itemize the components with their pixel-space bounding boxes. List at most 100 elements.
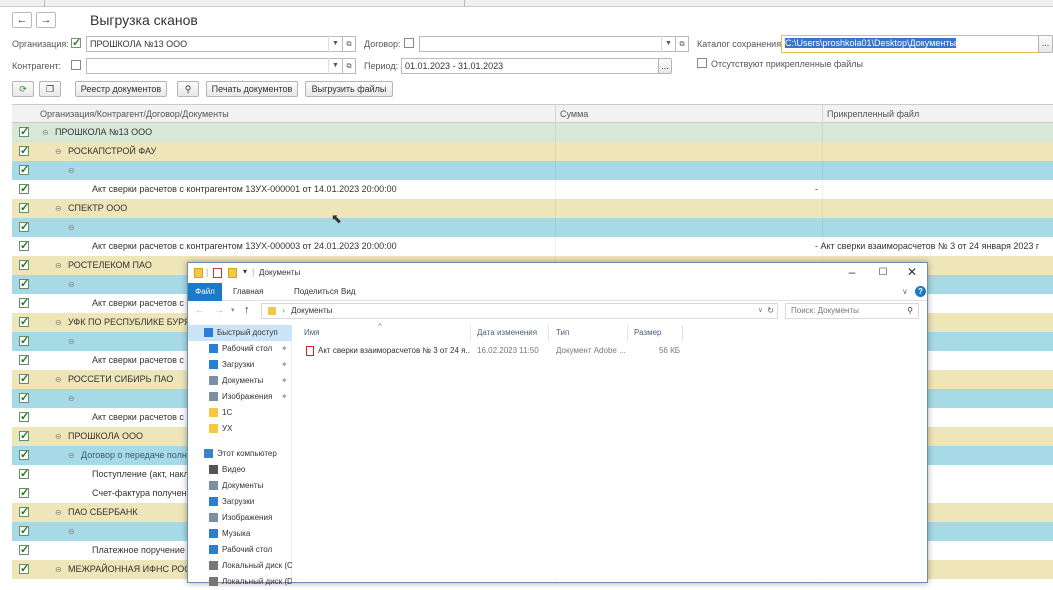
collapse-toggle-icon[interactable]: ⊖ <box>68 218 75 237</box>
collapse-toggle-icon[interactable]: ⊖ <box>55 142 62 161</box>
window-tab[interactable] <box>45 0 465 7</box>
address-dropdown-icon[interactable]: ∨ <box>758 304 763 318</box>
collapse-toggle-icon[interactable]: ⊖ <box>55 199 62 218</box>
nav-item[interactable]: Локальный диск (D <box>188 574 292 590</box>
back-button[interactable]: ← <box>12 12 32 28</box>
col-type[interactable]: Тип <box>556 328 569 337</box>
nav-item[interactable]: Документы <box>188 478 292 494</box>
close-button[interactable]: ✕ <box>898 265 926 281</box>
ribbon-tab-file[interactable]: Файл <box>188 283 222 301</box>
collapse-toggle-icon[interactable]: ⊖ <box>55 370 62 389</box>
row-checkbox[interactable] <box>19 161 29 180</box>
row-checkbox[interactable] <box>19 541 29 560</box>
table-row[interactable]: ⊖ ПРОШКОЛА №13 ООО <box>12 123 1053 142</box>
row-checkbox[interactable] <box>19 351 29 370</box>
row-checkbox[interactable] <box>19 560 29 579</box>
period-select-button[interactable]: ... <box>658 58 672 74</box>
copy-button[interactable]: ❐ <box>39 81 61 97</box>
address-bar[interactable]: › Документы ∨ ↻ <box>261 303 778 319</box>
print-button[interactable]: Печать документов <box>206 81 298 97</box>
ribbon-expand-icon[interactable]: ∨ <box>902 287 908 296</box>
missing-files-checkbox[interactable] <box>697 58 707 68</box>
maximize-button[interactable]: ☐ <box>869 265 897 281</box>
row-checkbox[interactable] <box>19 484 29 503</box>
file-row[interactable]: Акт сверки взаиморасчетов № 3 от 24 я...… <box>298 343 682 359</box>
table-row[interactable]: ⊖ СПЕКТР ООО <box>12 199 1053 218</box>
explorer-titlebar[interactable]: | ▾ | Документы – ☐ ✕ <box>188 263 927 283</box>
nav-item[interactable]: Музыка <box>188 526 292 542</box>
new-folder-icon[interactable] <box>228 268 237 278</box>
row-checkbox[interactable] <box>19 313 29 332</box>
row-checkbox[interactable] <box>19 408 29 427</box>
row-checkbox[interactable] <box>19 142 29 161</box>
collapse-toggle-icon[interactable]: ⊖ <box>55 313 62 332</box>
export-button[interactable]: Выгрузить файлы <box>305 81 393 97</box>
collapse-toggle-icon[interactable]: ⊖ <box>68 275 75 294</box>
nav-item[interactable]: Рабочий стол ✦ <box>188 341 292 357</box>
row-checkbox[interactable] <box>19 294 29 313</box>
dogovor-dropdown-button[interactable]: ▼ <box>661 36 675 52</box>
row-checkbox[interactable] <box>19 199 29 218</box>
ribbon-tab-view[interactable]: Вид <box>341 287 355 296</box>
nav-item[interactable]: Этот компьютер <box>188 446 292 462</box>
collapse-toggle-icon[interactable]: ⊖ <box>55 256 62 275</box>
collapse-toggle-icon[interactable]: ⊖ <box>68 389 75 408</box>
kontragent-dropdown-button[interactable]: ▼ <box>328 58 342 74</box>
org-dropdown-button[interactable]: ▼ <box>328 36 342 52</box>
table-row[interactable]: Акт сверки расчетов с контрагентом 13УХ-… <box>12 237 1053 256</box>
row-checkbox[interactable] <box>19 180 29 199</box>
kontragent-checkbox[interactable] <box>71 60 81 70</box>
org-open-button[interactable]: ⧉ <box>342 36 356 52</box>
row-checkbox[interactable] <box>19 427 29 446</box>
col-date[interactable]: Дата изменения <box>477 328 537 337</box>
row-checkbox[interactable] <box>19 370 29 389</box>
nav-item[interactable]: Загрузки ✦ <box>188 357 292 373</box>
kontragent-field[interactable] <box>86 58 356 74</box>
row-checkbox[interactable] <box>19 522 29 541</box>
col-sum-header[interactable]: Сумма <box>560 109 588 119</box>
nav-item[interactable]: Рабочий стол <box>188 542 292 558</box>
collapse-toggle-icon[interactable]: ⊖ <box>68 446 75 465</box>
collapse-toggle-icon[interactable]: ⊖ <box>42 123 49 142</box>
row-checkbox[interactable] <box>19 446 29 465</box>
nav-forward-icon[interactable]: → <box>214 305 224 316</box>
nav-item[interactable]: Локальный диск (C <box>188 558 292 574</box>
dogovor-checkbox[interactable] <box>404 38 414 48</box>
collapse-toggle-icon[interactable]: ⊖ <box>55 560 62 579</box>
catalog-field[interactable]: C:\Users\proshkola01\Desktop\Документы <box>781 35 1039 53</box>
nav-item[interactable]: Видео <box>188 462 292 478</box>
dogovor-open-button[interactable]: ⧉ <box>675 36 689 52</box>
explorer-window[interactable]: | ▾ | Документы – ☐ ✕ Файл Главная Подел… <box>187 262 928 586</box>
nav-item[interactable]: Быстрый доступ <box>188 325 292 341</box>
properties-icon[interactable] <box>213 268 222 278</box>
explorer-search-input[interactable]: Поиск: Документы ⚲ <box>785 303 919 319</box>
row-checkbox[interactable] <box>19 123 29 142</box>
ribbon-tab-home[interactable]: Главная <box>233 287 263 296</box>
col-name[interactable]: Имя <box>304 328 320 337</box>
nav-back-icon[interactable]: ← <box>195 305 205 316</box>
collapse-toggle-icon[interactable]: ⊖ <box>68 522 75 541</box>
forward-button[interactable]: → <box>36 12 56 28</box>
col-file-header[interactable]: Прикрепленный файл <box>827 109 919 119</box>
row-checkbox[interactable] <box>19 465 29 484</box>
collapse-toggle-icon[interactable]: ⊖ <box>68 332 75 351</box>
nav-item[interactable]: Изображения ✦ <box>188 389 292 405</box>
row-checkbox[interactable] <box>19 332 29 351</box>
table-row[interactable]: Акт сверки расчетов с контрагентом 13УХ-… <box>12 180 1053 199</box>
table-row[interactable]: ⊖ <box>12 218 1053 237</box>
row-checkbox[interactable] <box>19 218 29 237</box>
col-main-header[interactable]: Организация/Контрагент/Договор/Документы <box>40 109 229 119</box>
attach-button[interactable]: ⚲ <box>177 81 199 97</box>
col-size[interactable]: Размер <box>634 328 662 337</box>
collapse-toggle-icon[interactable]: ⊖ <box>55 503 62 522</box>
nav-item[interactable]: Изображения <box>188 510 292 526</box>
window-tab[interactable] <box>0 0 45 7</box>
org-checkbox[interactable] <box>71 36 81 49</box>
help-icon[interactable]: ? <box>915 286 926 297</box>
collapse-toggle-icon[interactable]: ⊖ <box>55 427 62 446</box>
row-checkbox[interactable] <box>19 503 29 522</box>
row-checkbox[interactable] <box>19 256 29 275</box>
minimize-button[interactable]: – <box>838 265 866 281</box>
kontragent-open-button[interactable]: ⧉ <box>342 58 356 74</box>
ribbon-tab-share[interactable]: Поделиться <box>294 287 338 296</box>
